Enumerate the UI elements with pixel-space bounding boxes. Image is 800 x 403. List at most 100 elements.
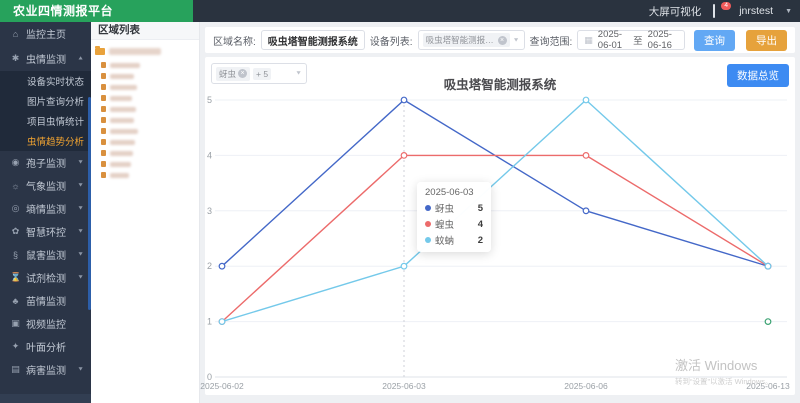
redacted-region-label [110, 62, 140, 68]
device-select[interactable]: 吸虫塔智能测报系统 × ▼ [417, 30, 525, 50]
seedling-icon: ♣ [12, 295, 19, 306]
sidebar-item-label: 墒情监测 [26, 205, 66, 216]
region-name-input[interactable]: 吸虫塔智能测报系统 [260, 30, 365, 50]
device-list-label: 设备列表: [369, 36, 413, 48]
device-node-icon [101, 150, 106, 156]
tooltip-series-name: 蚊蚋 [435, 236, 455, 247]
sidebar-item-label: 孢子监测 [26, 159, 66, 170]
data-point[interactable] [764, 318, 772, 326]
sidebar-item[interactable]: ♣ 苗情监测 [0, 289, 91, 312]
region-tree-item[interactable] [95, 126, 195, 136]
big-screen-link[interactable]: 大屏可视化 [649, 4, 702, 19]
username[interactable]: jnrstest [739, 5, 773, 17]
device-node-icon [101, 172, 106, 178]
spore-icon: ◉ [11, 157, 20, 167]
data-point[interactable] [400, 151, 408, 159]
device-tag-text: 吸虫塔智能测报系统 [425, 35, 496, 45]
sidebar-item-label: 苗情监测 [26, 297, 66, 308]
region-tree-item[interactable] [95, 170, 195, 180]
sidebar-subitem[interactable]: 虫情趋势分析 [0, 131, 91, 151]
device-node-icon [101, 62, 106, 68]
sidebar-item-label: 病害监测 [26, 366, 66, 377]
redacted-region-label [110, 84, 137, 90]
sidebar-item[interactable]: ☼ 气象监测 ▼ [0, 174, 91, 197]
y-axis-tick: 3 [207, 206, 212, 216]
region-tree-item[interactable] [95, 115, 195, 125]
data-point[interactable] [764, 262, 772, 270]
tag-close-icon[interactable]: × [497, 35, 507, 45]
sidebar-item[interactable]: ◎ 墒情监测 ▼ [0, 197, 91, 220]
data-point[interactable] [400, 262, 408, 270]
tooltip-series-name: 蝗虫 [435, 220, 455, 231]
data-point[interactable] [218, 262, 226, 270]
sidebar-item[interactable]: ◉ 孢子监测 ▼ [0, 151, 91, 174]
device-node-icon [101, 95, 106, 101]
date-range-picker[interactable]: ▦ 2025-06-01 至 2025-06-16 [577, 29, 685, 51]
data-point[interactable] [400, 96, 408, 104]
sidebar-item-label: 叶面分析 [26, 343, 66, 354]
rodent-icon: § [12, 249, 18, 260]
redacted-region-label [110, 139, 135, 145]
monitor-home-icon: ⌂ [12, 28, 19, 39]
sidebar-item-label: 鼠害监测 [26, 251, 66, 262]
region-tree-item[interactable] [95, 137, 195, 147]
data-point[interactable] [582, 207, 590, 215]
sidebar-item[interactable]: ▣ 视频监控 [0, 312, 91, 335]
sidebar-subitem[interactable]: 设备实时状态 [0, 71, 91, 91]
tooltip-row: 蚜虫 5 [425, 201, 483, 215]
video-camera-icon: ▣ [11, 318, 20, 328]
redacted-region-label [110, 117, 134, 123]
sidebar-item-label: 监控主页 [26, 30, 66, 41]
device-node-icon [101, 128, 106, 134]
export-button[interactable]: 导出 [746, 29, 787, 51]
sidebar-item[interactable]: ✦ 叶面分析 [0, 335, 91, 358]
chevron-down-icon: ▼ [77, 159, 84, 166]
chevron-down-icon[interactable]: ▼ [785, 8, 792, 15]
x-axis-tick: 2025-06-03 [382, 381, 426, 391]
query-range-label: 查询范围: [529, 36, 573, 48]
device-tag: 吸虫塔智能测报系统 × [422, 33, 510, 47]
sidebar-subitem[interactable]: 项目虫情统计 [0, 111, 91, 131]
device-node-icon [101, 84, 106, 90]
chevron-down-icon: ▼ [77, 274, 84, 281]
sidebar-collapse-bar[interactable] [0, 394, 91, 403]
sidebar-subitem[interactable]: 图片查询分析 [0, 91, 91, 111]
message-badge: 4 [721, 2, 732, 10]
region-tree-item[interactable] [95, 104, 195, 114]
date-end[interactable]: 2025-06-16 [648, 29, 678, 51]
region-tree-parent[interactable] [95, 45, 195, 58]
date-start[interactable]: 2025-06-01 [598, 29, 628, 51]
reagent-icon: ⌛ [10, 272, 22, 282]
line-chart[interactable]: 0123452025-06-02 2025-06-03 2025-06-06 2025… [200, 86, 795, 395]
redacted-region-label [110, 106, 136, 112]
sidebar-item[interactable]: ▤ 病害监测 ▼ [0, 358, 91, 381]
app-root: 农业四情测报平台 大屏可视化 4 jnrstest ▼ ⌂ 监控主页 ✱ 虫情监测 ▲ 设… [0, 0, 800, 403]
region-tree-item[interactable] [95, 93, 195, 103]
smart-env-icon: ✿ [11, 226, 20, 236]
sidebar-item[interactable]: ✱ 虫情监测 ▲ [0, 45, 91, 71]
chart-card: 蚜虫 × + 5 ▼ 数据总览 吸虫塔智能测报系统 0 1 2 3 4 5 2025-06-… [200, 57, 795, 395]
data-point[interactable] [218, 318, 226, 326]
x-axis-tick: 2025-06-06 [564, 381, 608, 391]
data-point[interactable] [582, 151, 590, 159]
message-icon[interactable]: 4 [713, 2, 732, 18]
query-button[interactable]: 查询 [694, 29, 735, 51]
region-tree-item[interactable] [95, 159, 195, 169]
y-axis-tick: 1 [207, 317, 212, 327]
sidebar-item[interactable]: ⌛ 试剂检测 ▼ [0, 266, 91, 289]
redacted-region-label [110, 150, 133, 156]
sidebar-item[interactable]: ⌂ 监控主页 [0, 22, 91, 45]
region-tree-item[interactable] [95, 71, 195, 81]
sidebar-item[interactable]: § 鼠害监测 ▼ [0, 243, 91, 266]
region-tree-item[interactable] [95, 82, 195, 92]
y-axis-tick: 2 [207, 261, 212, 271]
device-node-icon [101, 161, 106, 167]
x-axis-tick: 2025-06-02 [200, 381, 244, 391]
region-tree-item[interactable] [95, 148, 195, 158]
chevron-down-icon: ▼ [77, 182, 84, 189]
region-tree-item[interactable] [95, 60, 195, 70]
series-dot-icon [425, 221, 431, 227]
sidebar-item[interactable]: ✿ 智慧环控 ▼ [0, 220, 91, 243]
tooltip-series-value: 5 [477, 202, 483, 214]
data-point[interactable] [582, 96, 590, 104]
